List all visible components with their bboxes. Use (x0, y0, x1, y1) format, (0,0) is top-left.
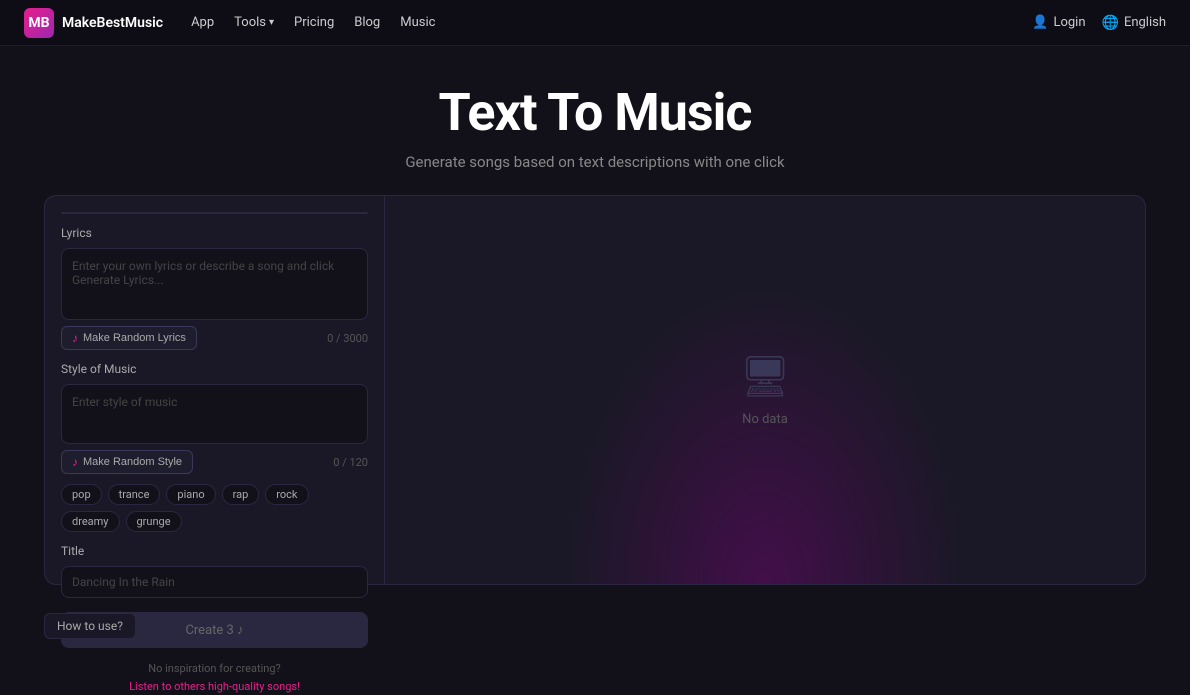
style-input[interactable] (61, 384, 368, 444)
tools-chevron-icon: ▾ (269, 17, 274, 28)
nav-app[interactable]: App (191, 15, 214, 30)
nav-pricing[interactable]: Pricing (294, 15, 334, 30)
brand-name: MakeBestMusic (62, 15, 163, 31)
lyrics-input[interactable] (61, 248, 368, 320)
mode-tabs: Normal Instrumental (61, 212, 368, 214)
make-random-style-button[interactable]: ♪ Make Random Style (61, 450, 193, 474)
style-label: Style of Music (61, 362, 368, 376)
left-panel: Normal Instrumental Lyrics ♪ Make Random… (44, 195, 384, 585)
nav-music[interactable]: Music (400, 15, 435, 30)
nav-tools[interactable]: Tools ▾ (234, 15, 274, 30)
language-selector[interactable]: 🌐 English (1102, 15, 1167, 31)
tab-instrumental[interactable]: Instrumental (215, 213, 368, 214)
listen-link[interactable]: Listen to others high-quality songs! (129, 680, 300, 693)
tag-piano[interactable]: piano (166, 484, 215, 505)
background-glow (565, 284, 965, 584)
style-tags: pop trance piano rap rock dreamy grunge (61, 484, 368, 532)
style-char-count: 0 / 120 (333, 456, 368, 469)
logo-icon: MB (24, 8, 54, 38)
inspiration-hint: No inspiration for creating? Listen to o… (61, 660, 368, 695)
hero-section: Text To Music Generate songs based on te… (0, 46, 1190, 195)
style-section: Style of Music ♪ Make Random Style 0 / 1… (61, 362, 368, 532)
title-label: Title (61, 544, 368, 558)
lyrics-footer: ♪ Make Random Lyrics 0 / 3000 (61, 326, 368, 350)
make-random-lyrics-button[interactable]: ♪ Make Random Lyrics (61, 326, 197, 350)
tag-rap[interactable]: rap (222, 484, 260, 505)
music-note-icon: ♪ (72, 331, 78, 345)
no-data-icon: 🖥 (740, 353, 791, 400)
title-input[interactable] (61, 566, 368, 598)
nav-right: 👤 Login 🌐 English (1032, 15, 1166, 31)
no-data-text: No data (742, 412, 788, 427)
style-footer: ♪ Make Random Style 0 / 120 (61, 450, 368, 474)
navbar: MB MakeBestMusic App Tools ▾ Pricing Blo… (0, 0, 1190, 46)
lyrics-label: Lyrics (61, 226, 368, 240)
logo[interactable]: MB MakeBestMusic (24, 8, 163, 38)
tag-dreamy[interactable]: dreamy (61, 511, 120, 532)
tag-pop[interactable]: pop (61, 484, 102, 505)
right-panel: 🖥 No data (384, 195, 1146, 585)
main-content: Normal Instrumental Lyrics ♪ Make Random… (0, 195, 1190, 605)
login-icon: 👤 (1032, 15, 1048, 30)
music-note-icon-2: ♪ (72, 455, 78, 469)
tag-rock[interactable]: rock (265, 484, 308, 505)
tab-normal[interactable]: Normal (62, 213, 215, 214)
nav-blog[interactable]: Blog (354, 15, 380, 30)
no-data-container: 🖥 No data (740, 353, 791, 427)
how-to-use-button[interactable]: How to use? (44, 613, 136, 639)
login-button[interactable]: 👤 Login (1032, 15, 1085, 30)
tag-trance[interactable]: trance (108, 484, 161, 505)
page-title: Text To Music (20, 82, 1170, 143)
lyrics-char-count: 0 / 3000 (327, 332, 368, 345)
tag-grunge[interactable]: grunge (126, 511, 182, 532)
title-section: Title (61, 544, 368, 598)
nav-links: App Tools ▾ Pricing Blog Music (191, 15, 1032, 30)
hero-subtitle: Generate songs based on text description… (20, 153, 1170, 171)
globe-icon: 🌐 (1102, 15, 1119, 31)
lyrics-section: Lyrics ♪ Make Random Lyrics 0 / 3000 (61, 226, 368, 350)
